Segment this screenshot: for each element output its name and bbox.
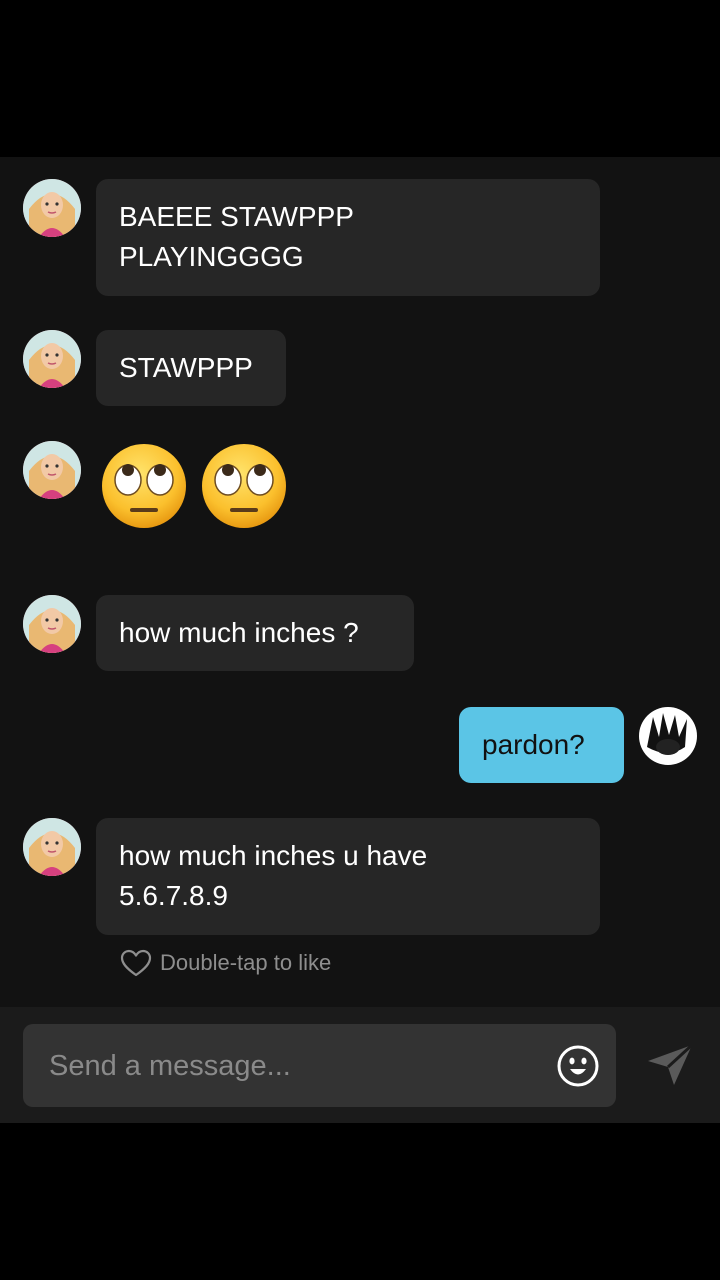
contact-avatar[interactable] <box>23 595 81 653</box>
message-text: BAEEE STAWPPP PLAYINGGGG <box>119 201 354 272</box>
my-message-bubble[interactable]: pardon? <box>459 707 624 783</box>
message-bubble[interactable]: BAEEE STAWPPP PLAYINGGGG <box>96 179 600 296</box>
send-icon[interactable] <box>646 1043 694 1087</box>
message-bubble[interactable]: how much inches u have 5.6.7.8.9 <box>96 818 600 935</box>
message-text: pardon? <box>482 729 585 760</box>
chat-screen: BAEEE STAWPPP PLAYINGGGG STAWPPP how muc… <box>0 0 720 1280</box>
contact-avatar[interactable] <box>23 441 81 499</box>
message-composer <box>0 1007 720 1123</box>
contact-avatar[interactable] <box>23 818 81 876</box>
my-avatar[interactable] <box>639 707 697 765</box>
like-hint[interactable]: Double-tap to like <box>120 949 331 977</box>
message-input[interactable] <box>47 1024 551 1109</box>
message-bubble[interactable]: how much inches ? <box>96 595 414 671</box>
emoji-message[interactable] <box>100 442 288 534</box>
message-text: how much inches u have 5.6.7.8.9 <box>119 840 428 911</box>
contact-avatar[interactable] <box>23 179 81 237</box>
rolling-eyes-emoji-icon <box>102 444 186 528</box>
emoji-icon[interactable] <box>556 1044 600 1088</box>
contact-avatar[interactable] <box>23 330 81 388</box>
message-text: how much inches ? <box>119 617 359 648</box>
rolling-eyes-emoji-icon <box>202 444 286 528</box>
message-bubble[interactable]: STAWPPP <box>96 330 286 406</box>
like-hint-text: Double-tap to like <box>160 950 332 975</box>
message-input-box[interactable] <box>23 1024 616 1109</box>
message-text: STAWPPP <box>119 352 253 383</box>
heart-icon <box>120 949 152 977</box>
